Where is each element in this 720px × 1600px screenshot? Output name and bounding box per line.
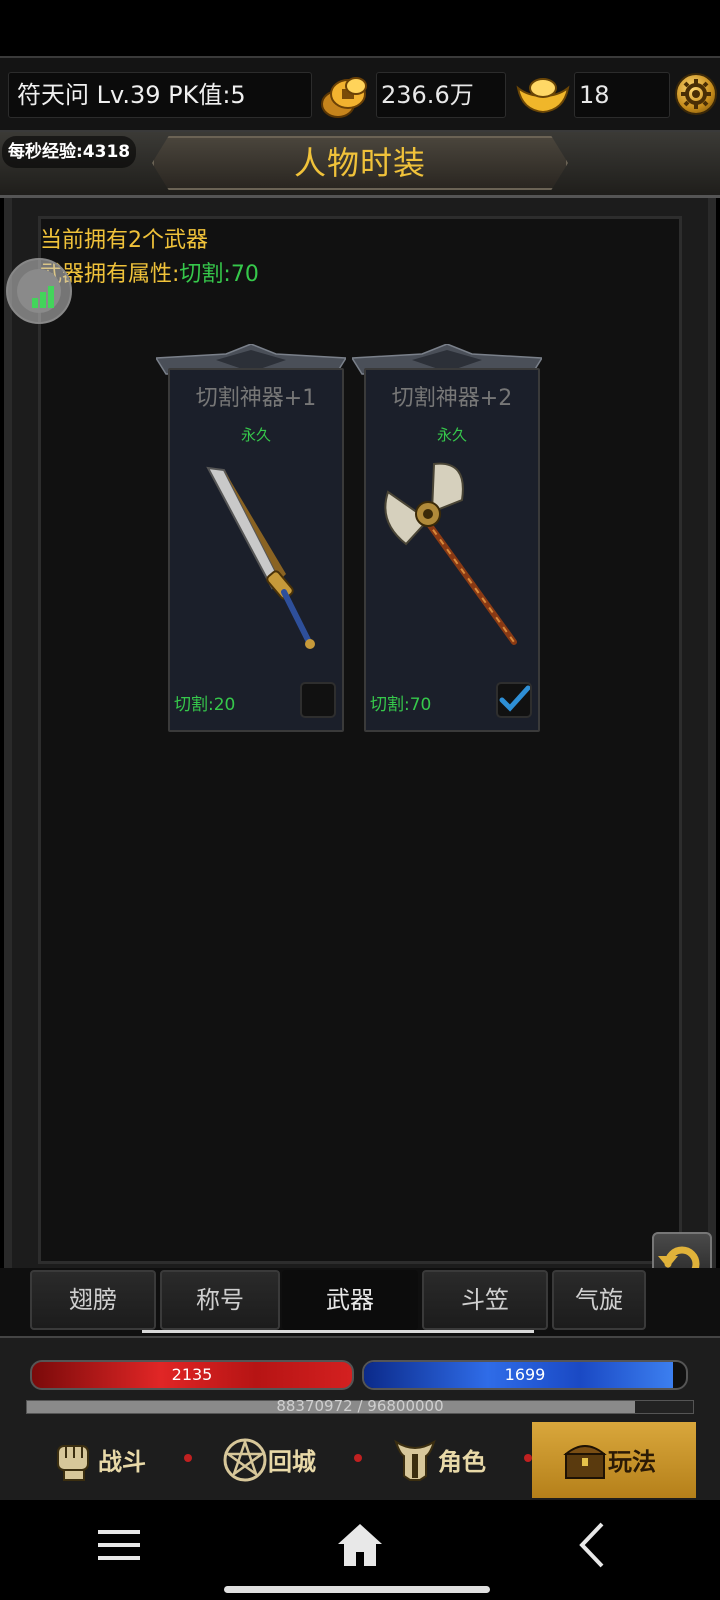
tab-aura[interactable]: 气旋 <box>552 1270 646 1330</box>
tab-weapons[interactable]: 武器 <box>282 1270 418 1330</box>
battle-label: 战斗 <box>98 1447 146 1476</box>
weapon-name: 切割神器+2 <box>391 386 513 411</box>
fist-icon <box>57 1445 89 1481</box>
owned-weapons-count: 当前拥有2个武器 <box>40 228 208 253</box>
return-town-button[interactable]: 回城 <box>192 1422 356 1498</box>
gear-icon <box>681 79 711 109</box>
select-checkbox[interactable] <box>496 682 532 718</box>
checkmark-icon <box>499 685 530 712</box>
treasure-chest-icon <box>563 1445 607 1479</box>
system-navbar <box>0 1500 720 1600</box>
hp-bar: 2135 <box>30 1360 354 1390</box>
attribute-value: 切割:70 <box>179 262 259 287</box>
player-info[interactable]: 符天问 Lv.39 PK值:5 <box>8 72 312 118</box>
gold-ingot-icon <box>516 78 570 114</box>
home-indicator <box>224 1586 490 1593</box>
settings-button[interactable] <box>675 73 717 115</box>
character-label: 角色 <box>438 1447 486 1476</box>
weapon-card[interactable]: 切割神器+1 永久 切割:20 <box>156 344 346 732</box>
tab-wings[interactable]: 翅膀 <box>30 1270 156 1330</box>
bottom-hud: 2135 1699 88370972 / 96800000 战斗 回城 角色 玩… <box>0 1336 720 1500</box>
sword-icon <box>206 466 315 649</box>
character-button[interactable]: 角色 <box>362 1422 526 1498</box>
tab-hats[interactable]: 斗笠 <box>422 1270 548 1330</box>
floating-button-core <box>17 269 61 313</box>
mp-bar: 1699 <box>362 1360 688 1390</box>
gold-amount: 236.6万 <box>376 72 506 118</box>
weapon-attribute-line: 武器拥有属性:切割:70 <box>40 256 259 288</box>
separator-dot <box>524 1454 532 1462</box>
exp-bar: 88370972 / 96800000 <box>26 1397 694 1415</box>
helmet-icon <box>394 1439 436 1481</box>
weapon-duration: 永久 <box>240 426 271 444</box>
back-icon <box>579 1522 604 1568</box>
separator-dot <box>354 1454 362 1462</box>
weapon-card[interactable]: 切割神器+2 永久 切割:70 <box>352 344 542 732</box>
status-bar <box>0 0 720 56</box>
menu-icon <box>98 1530 140 1560</box>
gameplay-button[interactable]: 玩法 <box>532 1422 696 1498</box>
home-button[interactable] <box>330 1520 390 1570</box>
separator-dot <box>184 1454 192 1462</box>
select-checkbox[interactable] <box>300 682 336 718</box>
menu-button[interactable] <box>90 1520 150 1570</box>
battle-button[interactable]: 战斗 <box>22 1422 186 1498</box>
back-button[interactable] <box>566 1520 626 1570</box>
mp-value: 1699 <box>504 1365 546 1384</box>
weapon-name: 切割神器+1 <box>195 386 317 411</box>
gameplay-label: 玩法 <box>608 1447 656 1476</box>
axe-icon <box>384 462 517 645</box>
exp-value: 88370972 / 96800000 <box>276 1397 444 1415</box>
weapon-duration: 永久 <box>436 426 467 444</box>
return-town-label: 回城 <box>268 1447 316 1476</box>
tab-scroll-indicator <box>142 1330 534 1333</box>
home-icon <box>338 1524 382 1566</box>
ingot-amount: 18 <box>574 72 670 118</box>
category-tabs: 翅膀 称号 武器 斗笠 气旋 <box>0 1268 720 1336</box>
resource-bar: 符天问 Lv.39 PK值:5 236.6万 18 <box>0 56 720 132</box>
title-bar: 人物时装 每秒经验:4318 <box>0 132 720 198</box>
gold-coins-icon <box>321 77 367 118</box>
pentagram-icon <box>223 1438 267 1482</box>
floating-assist-button[interactable] <box>6 258 72 324</box>
exp-per-second: 每秒经验:4318 <box>2 136 137 168</box>
page-title: 人物时装 <box>293 144 426 182</box>
tab-titles[interactable]: 称号 <box>160 1270 280 1330</box>
weapon-stat: 切割:20 <box>174 695 236 715</box>
weapon-stat: 切割:70 <box>370 695 432 715</box>
